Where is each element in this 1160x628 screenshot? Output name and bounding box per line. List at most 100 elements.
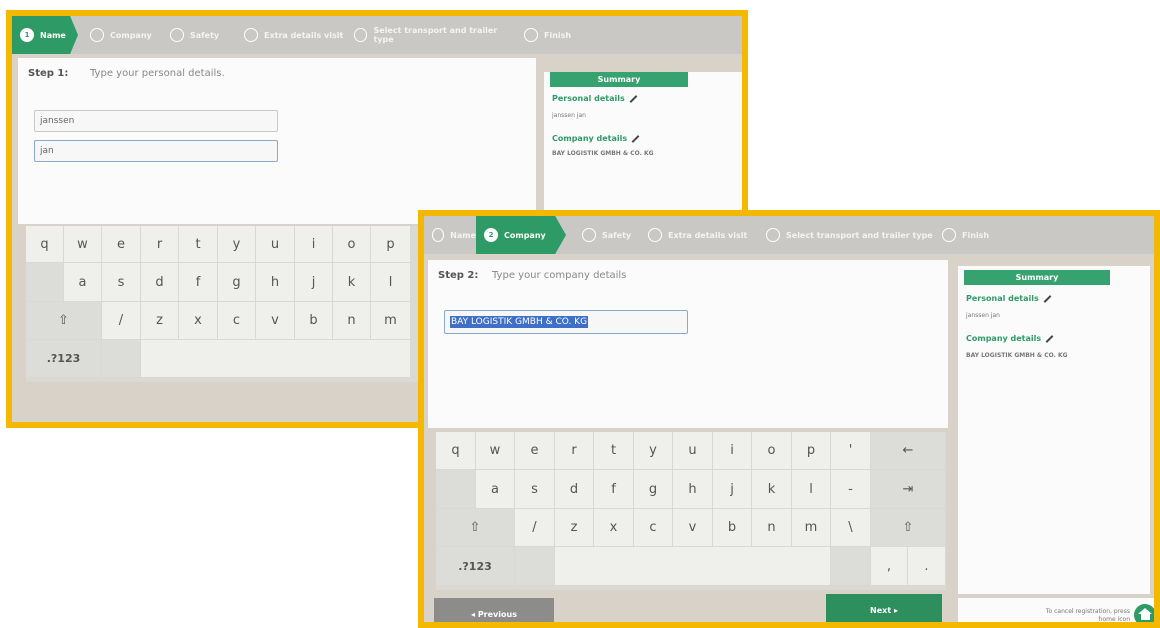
- key-j[interactable]: j: [713, 470, 752, 509]
- key-b[interactable]: b: [713, 509, 752, 547]
- key-blank: [831, 547, 871, 586]
- form-panel: Step 2: Type your company details BAY LO…: [428, 260, 948, 428]
- key-y[interactable]: y: [634, 432, 673, 470]
- step-company: 2 Company: [476, 216, 566, 254]
- step-safety: Safety: [162, 16, 234, 54]
- key-t[interactable]: t: [594, 432, 634, 470]
- key-backslash[interactable]: \: [831, 509, 871, 547]
- key-i[interactable]: i: [713, 432, 752, 470]
- key-e[interactable]: e: [102, 226, 141, 263]
- step-circle-icon: [354, 28, 368, 42]
- key-s[interactable]: s: [102, 263, 141, 302]
- edit-pencil-icon[interactable]: [631, 134, 640, 143]
- personal-details-title[interactable]: Personal details: [966, 294, 1052, 303]
- key-slash[interactable]: /: [102, 302, 141, 340]
- key-shift-right[interactable]: ⇧: [871, 509, 946, 547]
- key-d[interactable]: d: [555, 470, 594, 509]
- key-n[interactable]: n: [752, 509, 792, 547]
- key-c[interactable]: c: [218, 302, 256, 340]
- key-hyphen[interactable]: -: [831, 470, 871, 509]
- key-v[interactable]: v: [256, 302, 295, 340]
- key-j[interactable]: j: [295, 263, 333, 302]
- step-circle-icon: [942, 228, 956, 242]
- key-q[interactable]: q: [26, 226, 64, 263]
- key-l[interactable]: l: [371, 263, 411, 302]
- personal-details-label: Personal details: [552, 94, 625, 103]
- company-field[interactable]: BAY LOGISTIK GMBH & CO. KG: [444, 310, 688, 334]
- key-a[interactable]: a: [64, 263, 102, 302]
- key-space[interactable]: [555, 547, 831, 586]
- key-period[interactable]: .: [908, 547, 946, 586]
- step-label: Safety: [190, 30, 220, 40]
- step-title: Step 2:: [438, 270, 479, 281]
- company-details-title[interactable]: Company details: [966, 334, 1054, 343]
- key-o[interactable]: o: [752, 432, 792, 470]
- key-g[interactable]: g: [634, 470, 673, 509]
- key-g[interactable]: g: [218, 263, 256, 302]
- key-z[interactable]: z: [555, 509, 594, 547]
- key-apostrophe[interactable]: ': [831, 432, 871, 470]
- summary-header: Summary: [964, 270, 1110, 285]
- key-o[interactable]: o: [333, 226, 371, 263]
- key-w[interactable]: w: [64, 226, 102, 263]
- key-h[interactable]: h: [256, 263, 295, 302]
- step-company: Company: [82, 16, 160, 54]
- home-icon[interactable]: [1134, 604, 1154, 622]
- key-b[interactable]: b: [295, 302, 333, 340]
- key-blank: [436, 470, 476, 509]
- key-t[interactable]: t: [179, 226, 218, 263]
- next-button[interactable]: Next ▸: [826, 594, 942, 622]
- key-i[interactable]: i: [295, 226, 333, 263]
- step-label: Name: [450, 230, 476, 240]
- personal-details-title[interactable]: Personal details: [552, 94, 638, 103]
- key-f[interactable]: f: [594, 470, 634, 509]
- key-symbols[interactable]: .?123: [436, 547, 515, 586]
- company-details-title[interactable]: Company details: [552, 134, 640, 143]
- key-u[interactable]: u: [256, 226, 295, 263]
- key-n[interactable]: n: [333, 302, 371, 340]
- key-k[interactable]: k: [333, 263, 371, 302]
- key-space[interactable]: [141, 340, 411, 378]
- key-z[interactable]: z: [141, 302, 179, 340]
- key-d[interactable]: d: [141, 263, 179, 302]
- key-slash[interactable]: /: [515, 509, 555, 547]
- cancel-panel: To cancel registration, press home icon: [958, 598, 1154, 622]
- edit-pencil-icon[interactable]: [1045, 334, 1054, 343]
- key-e[interactable]: e: [515, 432, 555, 470]
- key-h[interactable]: h: [673, 470, 713, 509]
- key-comma[interactable]: ,: [871, 547, 908, 586]
- key-backspace[interactable]: ←: [871, 432, 946, 470]
- key-p[interactable]: p: [371, 226, 411, 263]
- key-f[interactable]: f: [179, 263, 218, 302]
- key-symbols[interactable]: .?123: [26, 340, 102, 378]
- key-c[interactable]: c: [634, 509, 673, 547]
- edit-pencil-icon[interactable]: [1043, 294, 1052, 303]
- key-r[interactable]: r: [141, 226, 179, 263]
- key-x[interactable]: x: [179, 302, 218, 340]
- key-a[interactable]: a: [476, 470, 515, 509]
- key-tab[interactable]: ⇥: [871, 470, 946, 509]
- key-v[interactable]: v: [673, 509, 713, 547]
- step-progress-bar: Name 2 Company Safety Extra details visi…: [424, 216, 1154, 254]
- lastname-field[interactable]: janssen: [34, 110, 278, 132]
- previous-button[interactable]: ◂ Previous: [434, 598, 554, 622]
- key-w[interactable]: w: [476, 432, 515, 470]
- key-shift-left[interactable]: ⇧: [436, 509, 515, 547]
- key-l[interactable]: l: [792, 470, 831, 509]
- step-circle-icon: [244, 28, 258, 42]
- edit-pencil-icon[interactable]: [629, 94, 638, 103]
- key-k[interactable]: k: [752, 470, 792, 509]
- step-finish: Finish: [516, 16, 576, 54]
- key-r[interactable]: r: [555, 432, 594, 470]
- key-q[interactable]: q: [436, 432, 476, 470]
- firstname-field[interactable]: jan: [34, 140, 278, 162]
- key-m[interactable]: m: [371, 302, 411, 340]
- summary-panel: Summary Personal details janssen jan Com…: [544, 72, 742, 222]
- key-shift[interactable]: ⇧: [26, 302, 102, 340]
- key-s[interactable]: s: [515, 470, 555, 509]
- key-m[interactable]: m: [792, 509, 831, 547]
- key-x[interactable]: x: [594, 509, 634, 547]
- key-u[interactable]: u: [673, 432, 713, 470]
- key-y[interactable]: y: [218, 226, 256, 263]
- key-p[interactable]: p: [792, 432, 831, 470]
